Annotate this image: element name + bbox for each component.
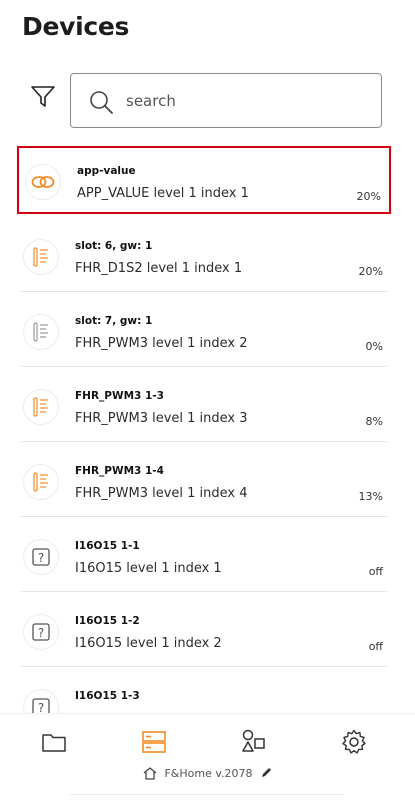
device-row[interactable]: ? I16O15 1-2 I16O15 level 1 index 2 off bbox=[17, 598, 391, 667]
device-description: FHR_D1S2 level 1 index 1 bbox=[75, 261, 243, 276]
row-divider bbox=[21, 516, 387, 517]
device-row[interactable]: slot: 7, gw: 1 FHR_PWM3 level 1 index 2 … bbox=[17, 298, 391, 367]
radiator-icon bbox=[23, 389, 59, 425]
device-name: slot: 7, gw: 1 bbox=[75, 315, 153, 327]
link-rings-icon bbox=[25, 164, 61, 200]
search-icon bbox=[90, 91, 113, 114]
device-name: app-value bbox=[77, 165, 136, 177]
gear-icon[interactable] bbox=[340, 728, 368, 756]
device-list[interactable]: app-value APP_VALUE level 1 index 1 20% … bbox=[0, 143, 415, 713]
pencil-icon[interactable] bbox=[259, 766, 273, 780]
device-value: 0% bbox=[365, 340, 383, 353]
radiator-icon bbox=[23, 464, 59, 500]
question-box-icon: ? bbox=[23, 689, 59, 713]
device-row[interactable]: FHR_PWM3 1-3 FHR_PWM3 level 1 index 3 8% bbox=[17, 373, 391, 442]
device-row[interactable]: FHR_PWM3 1-4 FHR_PWM3 level 1 index 4 13… bbox=[17, 448, 391, 517]
search-box[interactable] bbox=[70, 73, 382, 128]
device-description: I16O15 level 1 index 2 bbox=[75, 636, 222, 651]
device-name: FHR_PWM3 1-4 bbox=[75, 465, 164, 477]
device-name: I16O15 1-2 bbox=[75, 615, 140, 627]
device-description: APP_VALUE level 1 index 1 bbox=[77, 186, 249, 201]
device-value: off bbox=[368, 640, 383, 653]
device-description: I16O15 level 1 index 1 bbox=[75, 561, 222, 576]
row-divider bbox=[21, 591, 387, 592]
device-value: off bbox=[368, 565, 383, 578]
svg-text:?: ? bbox=[38, 551, 44, 565]
page-title: Devices bbox=[22, 12, 130, 41]
row-divider bbox=[21, 291, 387, 292]
bottom-navigation: F&Home v.2078 bbox=[0, 713, 415, 801]
question-box-icon: ? bbox=[23, 614, 59, 650]
radiator-icon bbox=[23, 314, 59, 350]
radiator-icon bbox=[23, 239, 59, 275]
device-row[interactable]: slot: 6, gw: 1 FHR_D1S2 level 1 index 1 … bbox=[17, 223, 391, 292]
home-icon[interactable] bbox=[142, 766, 158, 780]
row-divider bbox=[21, 441, 387, 442]
device-row[interactable]: app-value APP_VALUE level 1 index 1 20% bbox=[17, 146, 391, 214]
divider bbox=[70, 794, 345, 795]
shapes-icon[interactable] bbox=[240, 728, 268, 756]
search-input[interactable] bbox=[126, 88, 366, 114]
device-name: I16O15 1-1 bbox=[75, 540, 140, 552]
device-value: 8% bbox=[365, 415, 383, 428]
device-description: FHR_PWM3 level 1 index 2 bbox=[75, 336, 248, 351]
folder-icon[interactable] bbox=[40, 728, 68, 756]
question-box-icon: ? bbox=[23, 539, 59, 575]
device-value: 13% bbox=[358, 490, 383, 503]
filter-icon[interactable] bbox=[30, 84, 56, 110]
row-divider bbox=[21, 366, 387, 367]
device-value: 20% bbox=[356, 190, 381, 203]
device-description: FHR_PWM3 level 1 index 3 bbox=[75, 411, 248, 426]
device-row[interactable]: ? I16O15 1-3 bbox=[17, 673, 391, 713]
devices-tab-icon[interactable] bbox=[140, 728, 168, 756]
svg-text:?: ? bbox=[38, 701, 44, 713]
device-name: slot: 6, gw: 1 bbox=[75, 240, 153, 252]
row-divider bbox=[21, 666, 387, 667]
device-description: FHR_PWM3 level 1 index 4 bbox=[75, 486, 248, 501]
device-row[interactable]: ? I16O15 1-1 I16O15 level 1 index 1 off bbox=[17, 523, 391, 592]
version-label: F&Home v.2078 bbox=[164, 766, 253, 780]
device-name: I16O15 1-3 bbox=[75, 690, 140, 702]
svg-text:?: ? bbox=[38, 626, 44, 640]
version-bar: F&Home v.2078 bbox=[0, 766, 415, 780]
device-name: FHR_PWM3 1-3 bbox=[75, 390, 164, 402]
device-value: 20% bbox=[358, 265, 383, 278]
